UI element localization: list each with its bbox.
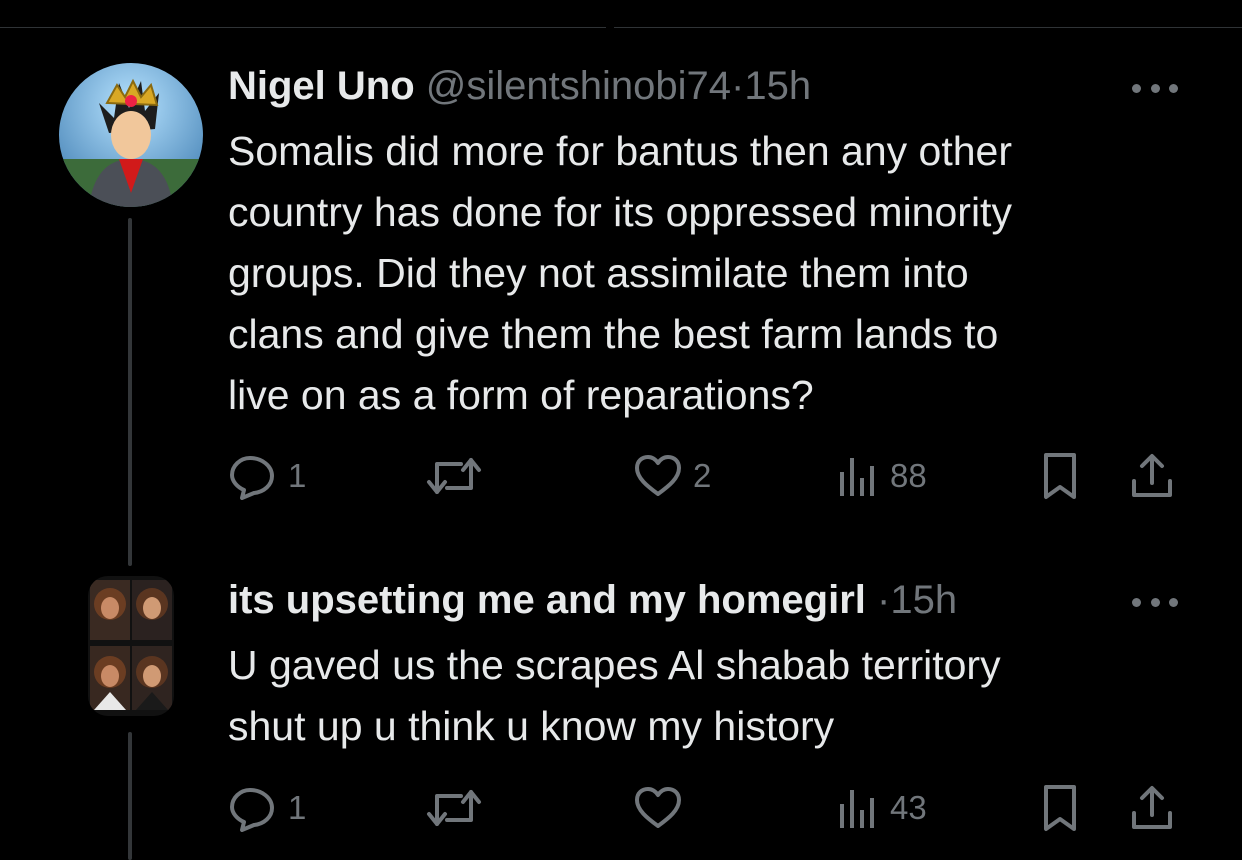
- like-count: 2: [693, 457, 712, 494]
- tweet-text: U gaved us the scrapes Al shabab territo…: [228, 635, 1188, 757]
- views-icon: [840, 790, 874, 828]
- like-button[interactable]: [633, 782, 683, 834]
- more-options-icon[interactable]: [1132, 78, 1178, 98]
- tweet-text-line: shut up u think u know my history: [228, 703, 835, 749]
- action-bar: 1 2 88: [228, 450, 1178, 502]
- share-button[interactable]: [1130, 782, 1174, 834]
- views-button[interactable]: 88: [836, 450, 927, 502]
- bookmark-icon: [1044, 785, 1076, 831]
- tweet-text-line: groups. Did they not assimilate them int…: [228, 250, 969, 296]
- retweet-icon: [427, 790, 481, 826]
- separator-dot: ·: [731, 64, 745, 108]
- tweet-text: Somalis did more for bantus then any oth…: [228, 121, 1188, 426]
- top-divider: [0, 27, 1242, 28]
- retweet-button[interactable]: [425, 450, 483, 502]
- share-icon: [1132, 454, 1172, 497]
- timestamp[interactable]: 15h: [890, 578, 957, 622]
- reply-count: 1: [288, 457, 307, 494]
- tweet-text-line: country has done for its oppressed minor…: [228, 189, 1012, 235]
- bookmark-button[interactable]: [1040, 450, 1080, 502]
- bookmark-icon: [1044, 453, 1076, 499]
- share-icon: [1132, 786, 1172, 829]
- tweet-text-line: clans and give them the best farm lands …: [228, 311, 999, 357]
- display-name[interactable]: Nigel Uno: [228, 64, 415, 108]
- reply-icon: [230, 456, 274, 500]
- tweet-header: Nigel Uno @silentshinobi74·15h: [228, 62, 811, 110]
- avatar[interactable]: [88, 576, 174, 716]
- timestamp[interactable]: 15h: [744, 64, 811, 108]
- tweet-text-line: live on as a form of reparations?: [228, 372, 814, 418]
- more-options-icon[interactable]: [1132, 592, 1178, 612]
- views-icon: [840, 458, 874, 496]
- separator-dot: ·: [877, 578, 891, 622]
- views-button[interactable]: 43: [836, 782, 927, 834]
- reply-icon: [230, 788, 274, 832]
- retweet-button[interactable]: [425, 782, 483, 834]
- views-count: 88: [890, 457, 927, 494]
- tweet-header: its upsetting me and my homegirl ·15h: [228, 576, 957, 624]
- display-name[interactable]: its upsetting me and my homegirl: [228, 578, 866, 622]
- share-button[interactable]: [1130, 450, 1174, 502]
- thread-line: [128, 218, 132, 566]
- avatar[interactable]: [59, 63, 203, 207]
- bookmark-button[interactable]: [1040, 782, 1080, 834]
- reply-count: 1: [288, 789, 307, 826]
- action-bar: 1 43: [228, 782, 1178, 834]
- heart-icon: [635, 787, 681, 828]
- retweet-icon: [427, 458, 481, 494]
- reply-button[interactable]: 1: [228, 450, 306, 502]
- thread-line: [128, 732, 132, 860]
- tweet-text-line: U gaved us the scrapes Al shabab territo…: [228, 642, 1001, 688]
- heart-icon: [635, 455, 681, 496]
- views-count: 43: [890, 789, 927, 826]
- reply-button[interactable]: 1: [228, 782, 306, 834]
- tweet-text-line: Somalis did more for bantus then any oth…: [228, 128, 1012, 174]
- like-button[interactable]: 2: [633, 450, 711, 502]
- user-handle[interactable]: @silentshinobi74: [426, 64, 731, 108]
